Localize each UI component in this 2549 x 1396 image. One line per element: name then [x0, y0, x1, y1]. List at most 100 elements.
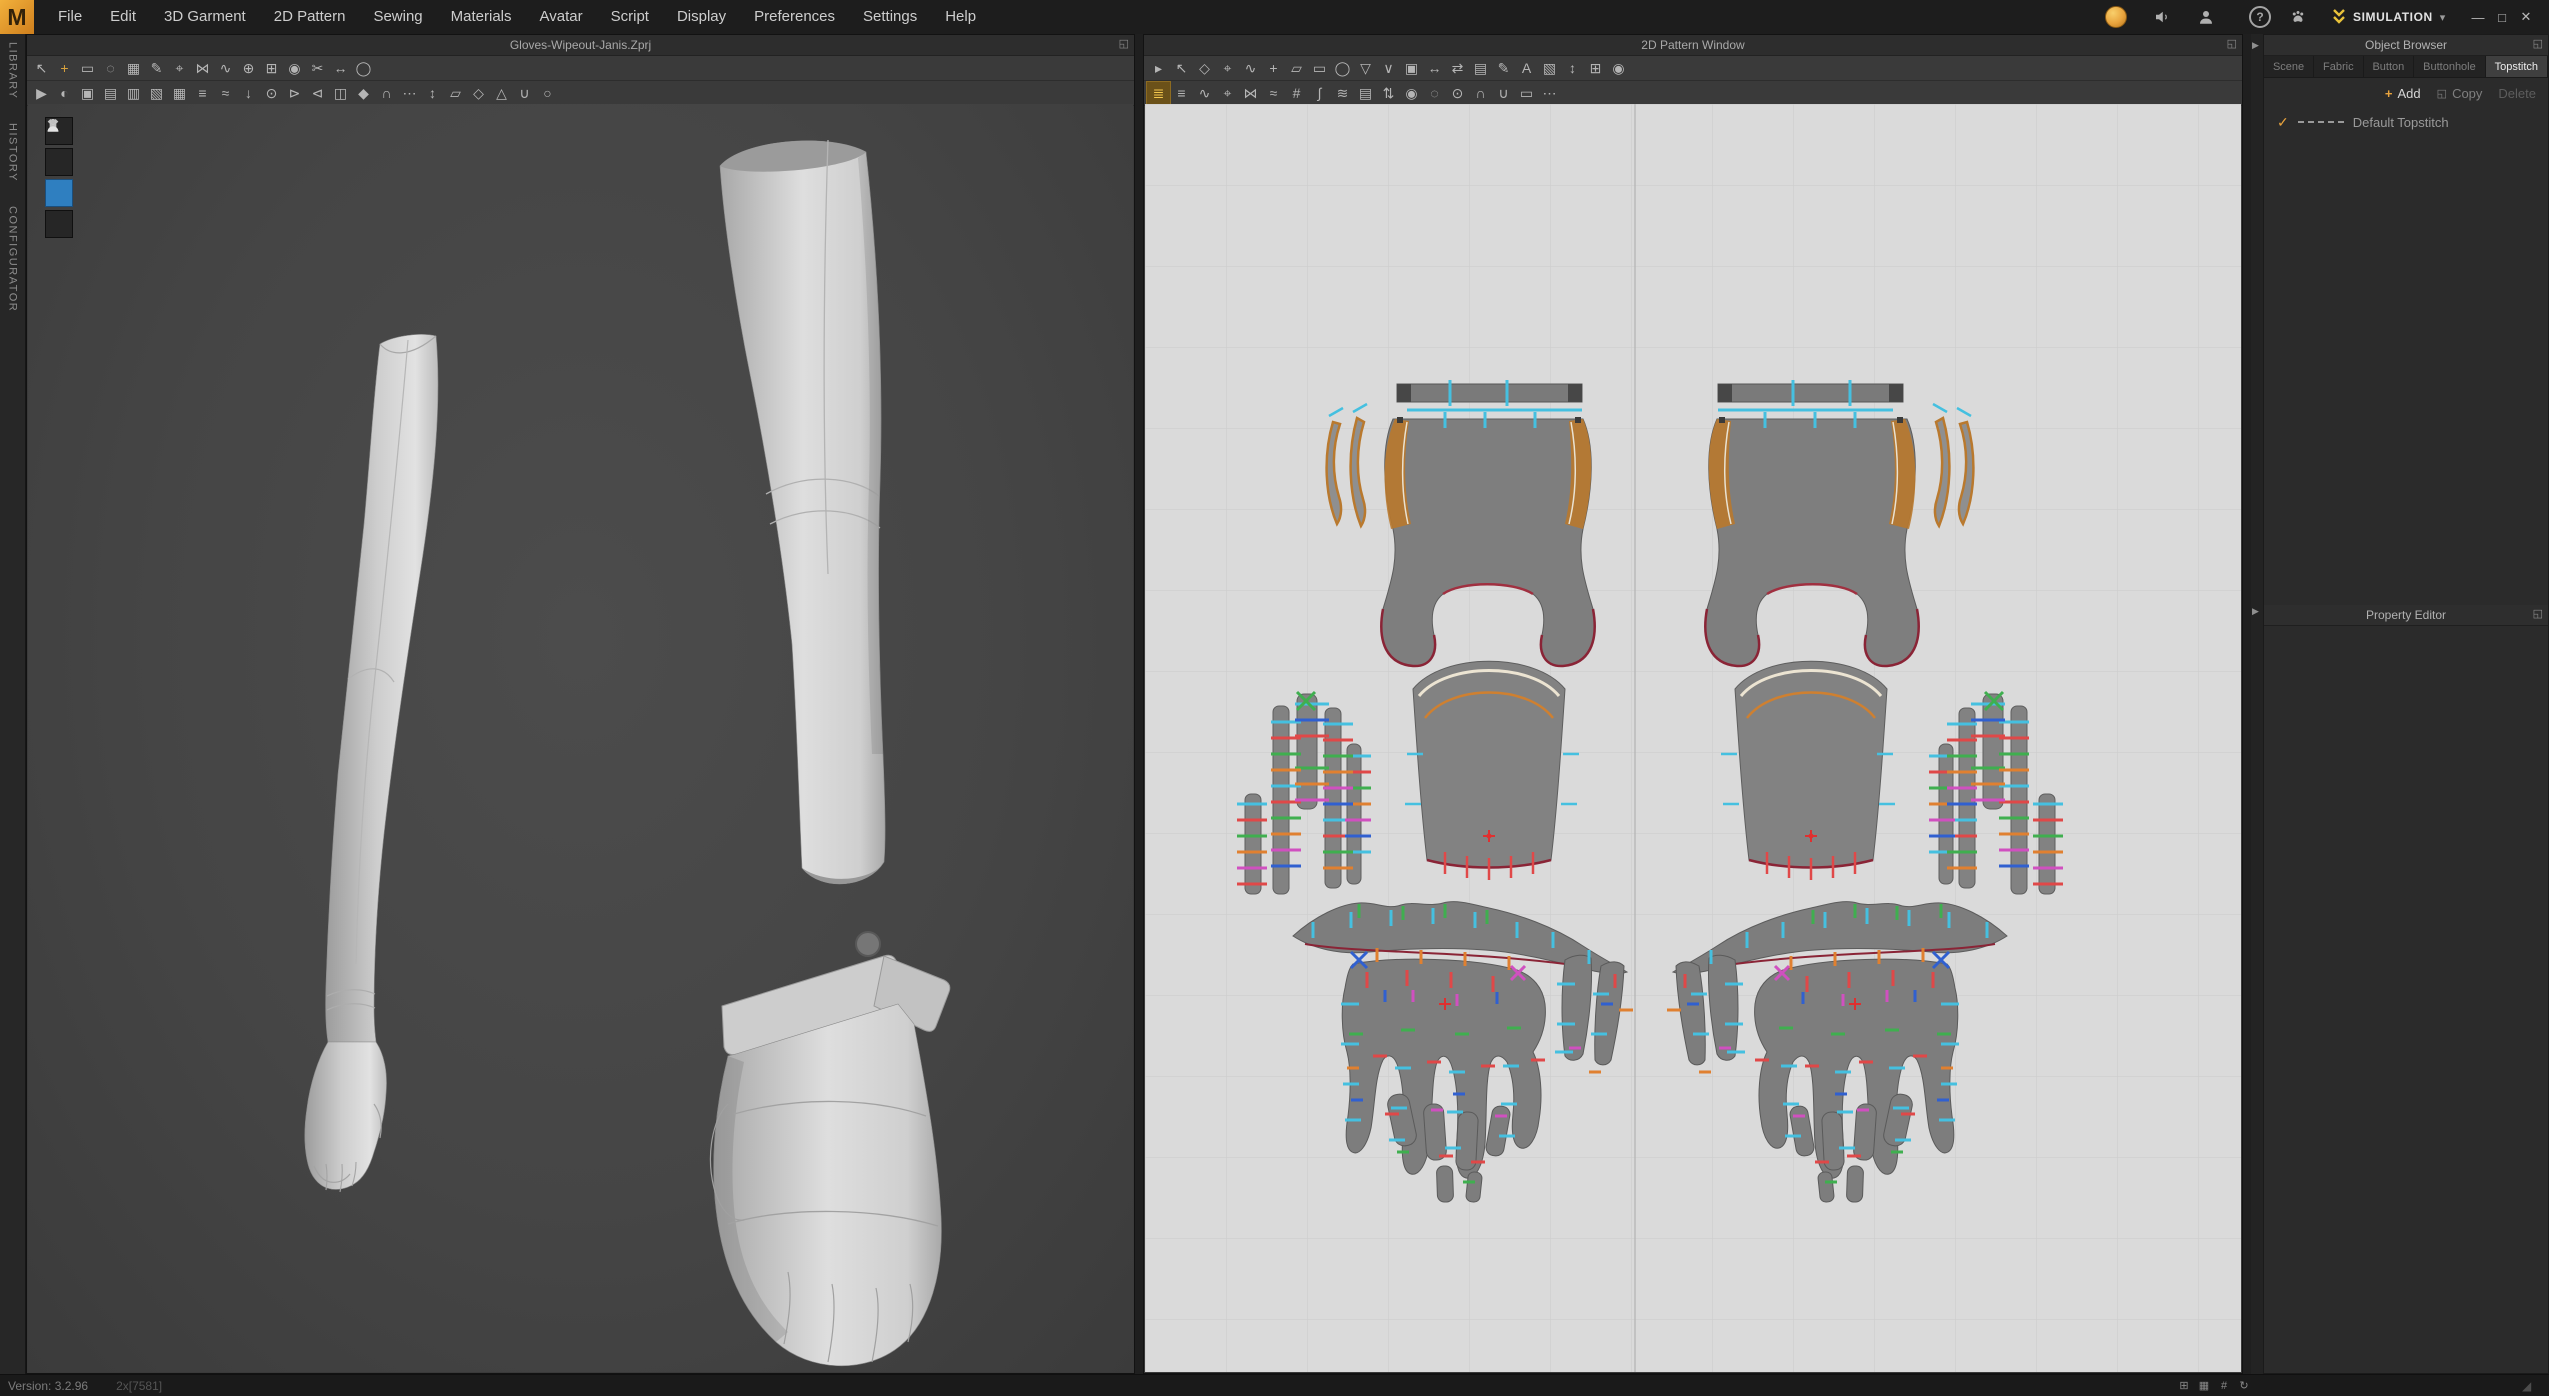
- select-arrow-icon[interactable]: ↖: [30, 57, 53, 79]
- property-editor-expand-icon[interactable]: ◱: [2533, 607, 2543, 620]
- show-grid-icon[interactable]: ⊞: [1584, 57, 1607, 79]
- copy-topstitch-button[interactable]: ◱ Copy: [2437, 86, 2483, 101]
- attach-icon[interactable]: ⊳: [283, 82, 306, 104]
- track-icon[interactable]: ⋯: [1538, 82, 1561, 104]
- grid-toggle-icon[interactable]: ⊞: [2176, 1378, 2192, 1394]
- menu-item-sewing[interactable]: Sewing: [359, 0, 436, 34]
- add-topstitch-button[interactable]: + Add: [2385, 86, 2421, 101]
- pattern-display-icon[interactable]: ▤: [99, 82, 122, 104]
- edit-topstitch-icon[interactable]: ≣: [1147, 82, 1170, 104]
- lasso-select-icon[interactable]: ◌: [99, 57, 122, 79]
- segment-sewing-icon[interactable]: ⋈: [191, 57, 214, 79]
- menu-item-preferences[interactable]: Preferences: [740, 0, 849, 34]
- hide-avatar-button[interactable]: [45, 210, 73, 238]
- free-sewing-2d-icon[interactable]: ≈: [1262, 82, 1285, 104]
- tack-icon[interactable]: ◉: [283, 57, 306, 79]
- rectangle-icon[interactable]: ▭: [1308, 57, 1331, 79]
- menu-item-edit[interactable]: Edit: [96, 0, 150, 34]
- info-icon[interactable]: ○: [536, 82, 559, 104]
- notch-icon[interactable]: ∨: [1377, 57, 1400, 79]
- layer-icon[interactable]: ◫: [329, 82, 352, 104]
- delete-topstitch-button[interactable]: Delete: [2498, 86, 2536, 101]
- paw-icon[interactable]: [2286, 5, 2310, 29]
- menu-item-file[interactable]: File: [44, 0, 96, 34]
- simulation-control[interactable]: SIMULATION ▾: [2332, 0, 2445, 34]
- pen-3d-icon[interactable]: ✎: [145, 57, 168, 79]
- left-arm-model[interactable]: [305, 334, 438, 1192]
- texture-display-icon[interactable]: ▧: [145, 82, 168, 104]
- grade-icon[interactable]: △: [490, 82, 513, 104]
- mn-sewing-icon[interactable]: #: [1285, 82, 1308, 104]
- strengthen-icon[interactable]: ◆: [352, 82, 375, 104]
- edit-pattern-icon[interactable]: ◇: [1193, 57, 1216, 79]
- edit-sewing-2d-icon[interactable]: ⌖: [1216, 82, 1239, 104]
- mesh-display-icon[interactable]: ▦: [168, 82, 191, 104]
- menu-item-avatar[interactable]: Avatar: [526, 0, 597, 34]
- 2d-pattern-canvas[interactable]: [1145, 104, 2241, 1372]
- ob-tab-scene[interactable]: Scene: [2264, 56, 2314, 77]
- 2d-window-titlebar[interactable]: 2D Pattern Window ◱: [1144, 35, 2242, 56]
- help-icon[interactable]: ?: [2248, 5, 2272, 29]
- mesh-select-icon[interactable]: ▦: [122, 57, 145, 79]
- move-gizmo-icon[interactable]: +: [53, 57, 76, 79]
- free-sewing-icon[interactable]: ∿: [214, 57, 237, 79]
- shirring-icon[interactable]: ≋: [1331, 82, 1354, 104]
- 3d-window-expand-icon[interactable]: ◱: [1119, 37, 1129, 50]
- pattern-label-icon[interactable]: A: [1515, 57, 1538, 79]
- segment-sewing-2d-icon[interactable]: ⋈: [1239, 82, 1262, 104]
- circle-measure-icon[interactable]: ◯: [352, 57, 375, 79]
- simulation-caret-icon[interactable]: ▾: [2440, 11, 2446, 24]
- pin-3d-icon[interactable]: ⊙: [260, 82, 283, 104]
- 3d-viewport[interactable]: [28, 104, 1133, 1372]
- window-maximize-button[interactable]: □: [2490, 5, 2514, 29]
- right-arm-model[interactable]: [720, 140, 885, 884]
- texture-editor-icon[interactable]: ▧: [1538, 57, 1561, 79]
- menu-item-3d-garment[interactable]: 3D Garment: [150, 0, 260, 34]
- snap-toggle-icon[interactable]: #: [2216, 1378, 2232, 1394]
- ob-tab-buttonhole[interactable]: Buttonhole: [2414, 56, 2485, 77]
- pattern-info-icon[interactable]: ▦: [2196, 1378, 2212, 1394]
- show-avatar-button[interactable]: [45, 148, 73, 176]
- grain-direction-icon[interactable]: ↕: [1561, 57, 1584, 79]
- tape-3d-icon[interactable]: ∪: [513, 82, 536, 104]
- stitch-display-icon[interactable]: ⋯: [398, 82, 421, 104]
- menu-item-materials[interactable]: Materials: [437, 0, 526, 34]
- elastic-icon[interactable]: ∫: [1308, 82, 1331, 104]
- detach-icon[interactable]: ⊲: [306, 82, 329, 104]
- topstitch-list-item[interactable]: ✓ Default Topstitch: [2264, 108, 2548, 136]
- 2d-window-expand-icon[interactable]: ◱: [2227, 37, 2237, 50]
- fullness-icon[interactable]: ∪: [1492, 82, 1515, 104]
- garment-display-icon[interactable]: ▣: [76, 82, 99, 104]
- resize-grip-icon[interactable]: ◢: [2522, 1379, 2531, 1393]
- menu-item-settings[interactable]: Settings: [849, 0, 931, 34]
- edit-curvature-icon[interactable]: ∿: [1239, 57, 1262, 79]
- gravity-icon[interactable]: ↓: [237, 82, 260, 104]
- pin-icon[interactable]: ⊕: [237, 57, 260, 79]
- buttonhole-icon[interactable]: ◌: [1423, 82, 1446, 104]
- grading-icon[interactable]: ▤: [1469, 57, 1492, 79]
- user-icon[interactable]: [2194, 5, 2218, 29]
- grain-icon[interactable]: ↕: [421, 82, 444, 104]
- smooth-icon[interactable]: ∩: [375, 82, 398, 104]
- object-browser-expand-icon[interactable]: ◱: [2533, 37, 2543, 50]
- window-close-button[interactable]: ✕: [2514, 5, 2538, 29]
- wind-icon[interactable]: ≈: [214, 82, 237, 104]
- scissors-icon[interactable]: ✂: [306, 57, 329, 79]
- avatar-display-icon[interactable]: ◐: [53, 82, 76, 104]
- property-editor-collapse-icon[interactable]: ▶: [2252, 606, 2259, 617]
- snap-icon[interactable]: ◉: [1607, 57, 1630, 79]
- fasten-button-icon[interactable]: ⊙: [1446, 82, 1469, 104]
- property-editor-header[interactable]: Property Editor ◱: [2264, 605, 2548, 626]
- circle-icon[interactable]: ◯: [1331, 57, 1354, 79]
- menu-item-help[interactable]: Help: [931, 0, 990, 34]
- left-tab-history[interactable]: HISTORY: [7, 123, 19, 182]
- trace-icon[interactable]: ◇: [467, 82, 490, 104]
- pattern-piece-cuff[interactable]: [1405, 661, 1579, 880]
- symmetry-icon[interactable]: ⇄: [1446, 57, 1469, 79]
- menu-item-2d-pattern[interactable]: 2D Pattern: [260, 0, 360, 34]
- piping-icon[interactable]: ∩: [1469, 82, 1492, 104]
- toolbar-collapse-icon[interactable]: ▸: [1147, 57, 1170, 79]
- transform-pattern-icon[interactable]: ↖: [1170, 57, 1193, 79]
- refresh-view-icon[interactable]: ↻: [2236, 1378, 2252, 1394]
- check-icon[interactable]: ✓: [2277, 114, 2289, 131]
